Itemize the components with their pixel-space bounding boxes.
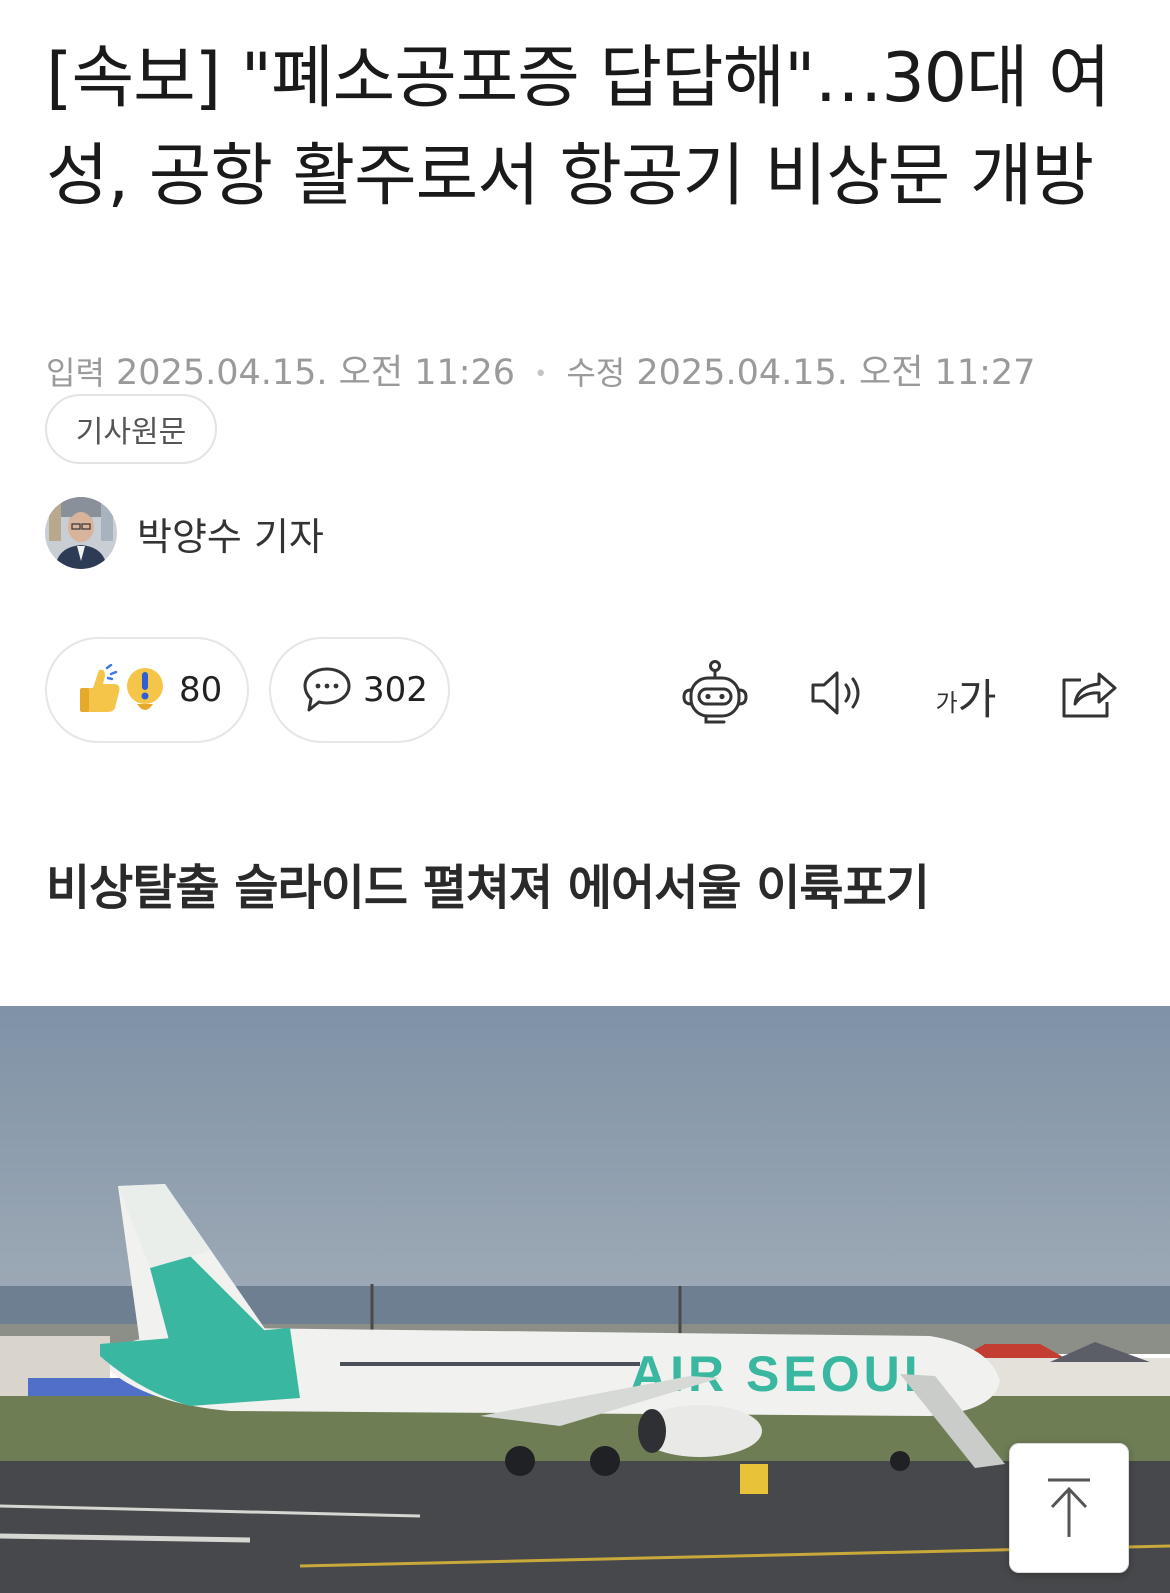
ai-summary-button[interactable] xyxy=(680,660,750,726)
input-time: 2025.04.15. 오전 11:26 xyxy=(116,353,516,393)
modified-label: 수정 xyxy=(566,354,626,392)
share-icon xyxy=(1062,672,1117,718)
meta-separator: • xyxy=(534,361,548,387)
author-name[interactable]: 박양수 기자 xyxy=(137,506,324,561)
robot-icon xyxy=(682,660,748,724)
article-headline: [속보] "폐소공포증 답답해"…30대 여성, 공항 활주로서 항공기 비상문… xyxy=(46,39,1111,216)
speaker-icon xyxy=(811,671,860,715)
arrow-up-icon xyxy=(1048,1478,1090,1537)
font-size-button[interactable]: 가 가 xyxy=(928,660,1004,726)
input-label: 입력 xyxy=(46,354,105,392)
reaction-count: 80 xyxy=(179,670,223,710)
author-row[interactable]: 박양수 기자 xyxy=(45,497,324,569)
article-photo[interactable]: AIR SEOUL xyxy=(0,1006,1170,1593)
comment-icon xyxy=(303,667,351,712)
surprise-icon xyxy=(127,668,163,710)
comment-count: 302 xyxy=(363,670,428,710)
original-article-button[interactable]: 기사원문 xyxy=(45,394,217,464)
reaction-button[interactable]: 80 xyxy=(45,637,249,743)
scroll-to-top-button[interactable] xyxy=(1009,1443,1129,1573)
comment-button[interactable]: 302 xyxy=(269,637,450,743)
font-size-small-label: 가 xyxy=(935,689,958,717)
author-avatar[interactable] xyxy=(45,497,117,569)
svg-text:AIR SEOUL: AIR SEOUL xyxy=(630,1346,938,1402)
modified-time: 2025.04.15. 오전 11:27 xyxy=(636,353,1036,393)
article-timestamps: 입력 2025.04.15. 오전 11:26 • 수정 2025.04.15.… xyxy=(46,344,1035,395)
article-subheadline: 비상탈출 슬라이드 펼쳐져 에어서울 이륙포기 xyxy=(46,860,930,916)
share-button[interactable] xyxy=(1058,660,1120,726)
thumbs-up-icon xyxy=(80,664,120,712)
font-size-large-label: 가 xyxy=(957,675,997,724)
text-to-speech-button[interactable] xyxy=(808,660,868,726)
